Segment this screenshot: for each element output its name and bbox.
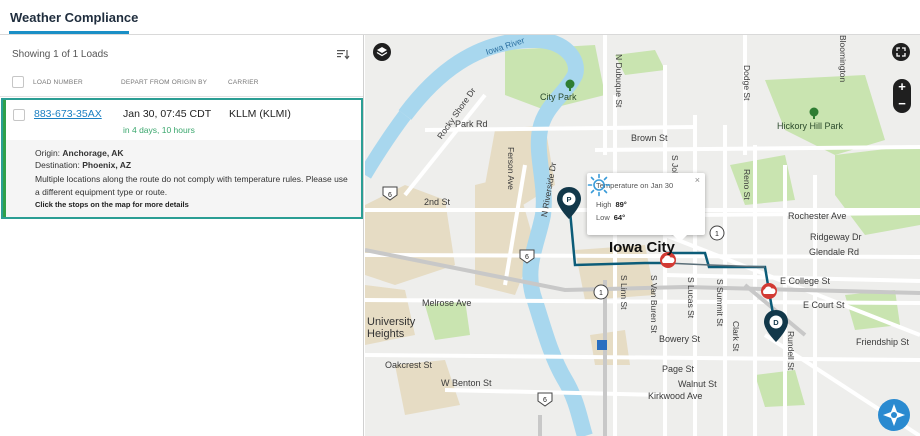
- street-label: S Summit St: [715, 279, 725, 327]
- eta-text: in 4 days, 10 hours: [123, 125, 195, 135]
- popup-close-icon[interactable]: ×: [695, 175, 700, 185]
- street-label: Rochester Ave: [788, 211, 847, 221]
- status-bar: [3, 100, 6, 217]
- origin-label: Origin:: [35, 148, 61, 158]
- compliance-warning: Multiple locations along the route do no…: [35, 174, 348, 197]
- svg-text:6: 6: [543, 397, 547, 404]
- column-header-carrier: CARRIER: [228, 79, 259, 86]
- destination-value: Phoenix, AZ: [82, 160, 132, 170]
- popup-high: High 89°: [596, 200, 627, 209]
- street-label: Rundell St: [786, 331, 796, 371]
- park-label-hickory-hill: Hickory Hill Park: [777, 121, 844, 131]
- street-label: E Court St: [803, 300, 845, 310]
- layers-icon: [376, 47, 388, 57]
- street-label: Kirkwood Ave: [648, 391, 703, 401]
- origin-pin-label: P: [566, 195, 571, 204]
- street-label: Bowery St: [659, 334, 701, 344]
- layers-button[interactable]: [373, 43, 391, 61]
- active-tab-indicator: [9, 31, 129, 34]
- zoom-in-button[interactable]: +: [893, 79, 911, 96]
- select-all-checkbox[interactable]: [12, 76, 24, 88]
- depart-time: Jan 30, 07:45 CDT: [123, 108, 212, 120]
- load-number-link[interactable]: 883-673-35AX: [34, 108, 102, 120]
- street-label: Melrose Ave: [422, 298, 472, 308]
- low-value: 64°: [613, 213, 626, 222]
- street-label: S Linn St: [619, 275, 629, 310]
- street-label: Walnut St: [678, 379, 717, 389]
- street-label: Ferson Ave: [506, 147, 516, 190]
- load-card[interactable]: 883-673-35AX Jan 30, 07:45 CDT KLLM (KLM…: [1, 98, 363, 219]
- popup-low: Low 64°: [596, 213, 625, 222]
- map-hint: Click the stops on the map for more deta…: [35, 200, 189, 209]
- street-label: Brown St: [631, 133, 668, 143]
- street-label: W Benton St: [441, 378, 492, 388]
- street-label: S Lucas St: [686, 277, 696, 319]
- zoom-out-button[interactable]: −: [893, 96, 911, 113]
- park-label-city-park: City Park: [540, 92, 577, 102]
- expand-icon: [896, 47, 906, 57]
- compass-button[interactable]: [878, 399, 910, 431]
- destination-line: Destination: Phoenix, AZ: [35, 160, 131, 170]
- svg-text:1: 1: [599, 290, 603, 297]
- street-label: Friendship St: [856, 337, 910, 347]
- column-header-depart: DEPART FROM ORIGIN BY: [121, 79, 208, 86]
- weather-alert-stop[interactable]: [761, 283, 777, 299]
- tab-weather-compliance[interactable]: Weather Compliance: [10, 10, 138, 25]
- street-label: Reno St: [742, 169, 752, 200]
- svg-text:6: 6: [388, 192, 392, 199]
- street-label: Ridgeway Dr: [810, 232, 862, 242]
- city-label: Iowa City: [609, 239, 675, 256]
- origin-value: Anchorage, AK: [62, 148, 124, 158]
- svg-text:1: 1: [715, 231, 719, 238]
- column-header-load-number: LOAD NUMBER: [33, 79, 83, 86]
- showing-count: Showing 1 of 1 Loads: [12, 49, 109, 60]
- street-label: S Van Buren St: [649, 275, 659, 333]
- street-label: Bloomington: [838, 35, 848, 83]
- street-label: Oakcrest St: [385, 360, 433, 370]
- loads-panel: Showing 1 of 1 Loads LOAD NUMBER DEPART …: [0, 35, 364, 436]
- temperature-popup: Temperature on Jan 30 × High 89° Low 64°: [587, 173, 705, 242]
- destination-label: Destination:: [35, 160, 80, 170]
- street-label: Page St: [662, 364, 695, 374]
- sort-icon[interactable]: [336, 47, 350, 61]
- area-label-university-heights: University Heights: [367, 316, 416, 340]
- high-label: High: [596, 200, 612, 209]
- zoom-control: + −: [893, 79, 911, 113]
- compass-icon: [883, 404, 905, 426]
- street-label: N Dubuque St: [614, 54, 624, 108]
- street-label: Park Rd: [455, 119, 488, 129]
- carrier-name: KLLM (KLMI): [229, 108, 291, 120]
- street-label: Clark St: [731, 321, 741, 352]
- header-divider: [0, 96, 363, 97]
- top-bar: Weather Compliance: [0, 0, 920, 35]
- street-label: Glendale Rd: [809, 247, 860, 257]
- svg-text:6: 6: [525, 254, 529, 261]
- destination-pin-label: D: [773, 318, 779, 327]
- street-label: 2nd St: [424, 197, 451, 207]
- map-view[interactable]: 6 6 6 1 1 P D Iowa River City Park Hicko…: [365, 35, 920, 436]
- fullscreen-button[interactable]: [892, 43, 910, 61]
- low-label: Low: [596, 213, 610, 222]
- sun-icon: [587, 173, 611, 197]
- load-row-checkbox[interactable]: [13, 109, 25, 121]
- high-value: 89°: [615, 200, 627, 209]
- street-label: Dodge St: [742, 65, 752, 101]
- street-label: E College St: [780, 276, 831, 286]
- origin-line: Origin: Anchorage, AK: [35, 148, 124, 158]
